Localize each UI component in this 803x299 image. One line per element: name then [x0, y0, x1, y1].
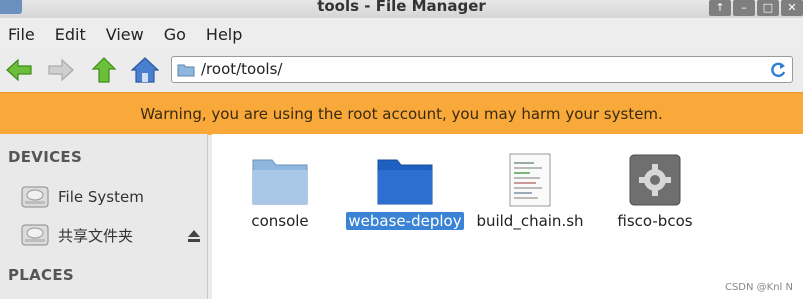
folder-icon	[177, 64, 195, 77]
script-file-icon	[509, 153, 551, 207]
maximize-button[interactable]: □	[757, 0, 779, 16]
menu-help[interactable]: Help	[206, 25, 242, 44]
address-bar[interactable]: /root/tools/	[171, 56, 793, 83]
window-title: tools - File Manager	[317, 0, 486, 15]
roll-up-button[interactable]: ↑	[709, 0, 731, 16]
root-warning-banner: Warning, you are using the root account,…	[0, 92, 803, 135]
up-button[interactable]	[89, 55, 119, 85]
eject-icon[interactable]	[186, 228, 202, 244]
forward-arrow-icon	[48, 58, 74, 82]
file-item-console[interactable]: console	[220, 152, 340, 230]
menu-file[interactable]: File	[8, 25, 35, 44]
home-icon	[131, 57, 159, 83]
forward-button[interactable]	[46, 55, 76, 85]
menu-edit[interactable]: Edit	[55, 25, 86, 44]
folder-icon	[377, 159, 433, 205]
sidebar-item-label: File System	[58, 188, 144, 206]
sidebar-item-file-system[interactable]: File System	[20, 184, 144, 210]
file-manager-window: tools - File Manager ↑ – □ ✕ File Edit V…	[0, 0, 803, 299]
home-button[interactable]	[130, 55, 160, 85]
file-name: build_chain.sh	[476, 212, 584, 230]
devices-header: DEVICES	[8, 148, 83, 166]
places-header: PLACES	[8, 266, 75, 284]
file-item-fisco-bcos[interactable]: fisco-bcos	[595, 152, 715, 230]
window-controls: ↑ – □ ✕	[709, 0, 803, 16]
side-pane: DEVICES File System 共享文件夹 PLACES	[0, 134, 208, 299]
file-name: webase-deploy	[346, 212, 464, 230]
close-button[interactable]: ✕	[781, 0, 803, 16]
file-view: console webase-deploy build_chain.sh fis…	[212, 134, 803, 299]
reload-icon[interactable]	[768, 60, 788, 80]
minimize-button[interactable]: –	[733, 0, 755, 16]
sidebar-item-shared-folder[interactable]: 共享文件夹	[20, 222, 133, 248]
file-name: console	[251, 212, 309, 230]
file-item-build-chain[interactable]: build_chain.sh	[470, 152, 590, 230]
menu-bar: File Edit View Go Help	[0, 18, 803, 50]
hard-drive-icon	[21, 224, 49, 246]
hard-drive-icon	[21, 186, 49, 208]
menu-view[interactable]: View	[106, 25, 144, 44]
executable-gear-icon	[629, 154, 681, 206]
menu-go[interactable]: Go	[164, 25, 186, 44]
folder-icon	[252, 159, 308, 205]
watermark: CSDN @Knl N	[724, 282, 793, 293]
file-name: fisco-bcos	[617, 212, 693, 230]
back-button[interactable]	[4, 55, 34, 85]
title-bar: tools - File Manager ↑ – □ ✕	[0, 0, 803, 18]
up-arrow-icon	[91, 57, 117, 83]
sidebar-item-label: 共享文件夹	[58, 226, 134, 245]
back-arrow-icon	[6, 58, 32, 82]
file-item-webase-deploy[interactable]: webase-deploy	[345, 152, 465, 230]
address-path: /root/tools/	[201, 60, 283, 78]
